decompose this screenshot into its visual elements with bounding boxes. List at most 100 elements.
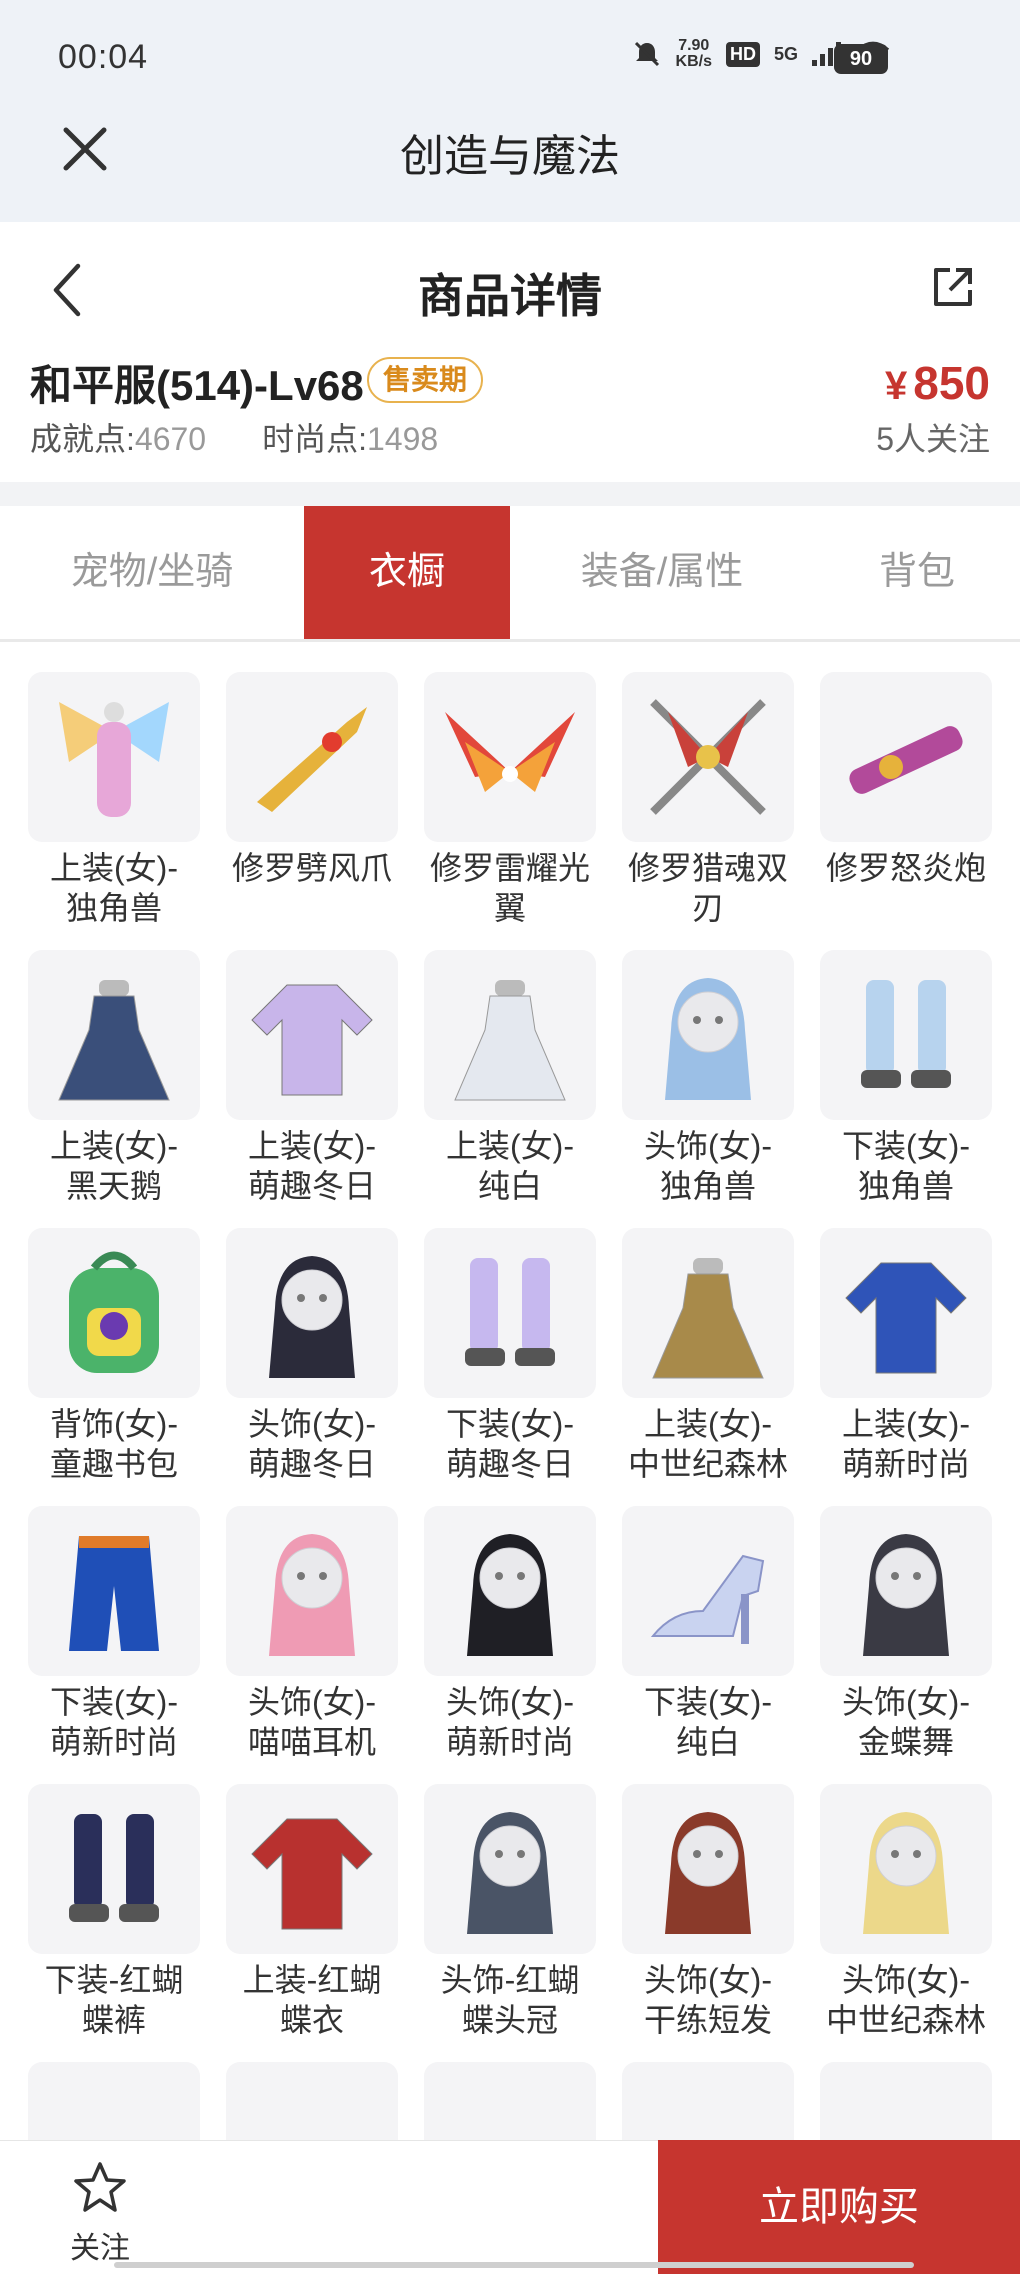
item-label-line2: 蝶裤 <box>81 2002 146 2038</box>
wardrobe-item[interactable]: 上装(女)- 独角兽 <box>28 672 200 938</box>
item-thumbnail <box>28 672 200 842</box>
wardrobe-item[interactable]: 头饰(女)- 独角兽 <box>622 950 794 1216</box>
status-badge: 售卖期 <box>367 357 484 403</box>
headwear-icon <box>467 1534 553 1656</box>
item-label-line2: 独角兽 <box>65 890 162 926</box>
divider <box>0 482 1020 506</box>
wardrobe-item[interactable]: 背饰(女)- 童趣书包 <box>28 1228 200 1494</box>
item-label: 头饰(女)- 中世纪森林 <box>807 1960 1005 2040</box>
item-label: 下装(女)- 独角兽 <box>807 1126 1005 1206</box>
item-label: 下装(女)- 萌趣冬日 <box>411 1404 609 1484</box>
wardrobe-item[interactable]: 修罗雷耀光翼 <box>424 672 596 938</box>
wardrobe-item[interactable]: 上装(女)- 中世纪森林 <box>622 1228 794 1494</box>
status-time: 00:04 <box>58 38 149 76</box>
item-label-line1: 下装-红蝴 <box>44 1962 184 1998</box>
buy-now-button[interactable]: 立即购买 <box>658 2140 1020 2274</box>
jacket-icon <box>845 1262 967 1374</box>
wardrobe-item[interactable]: 头饰(女)- 喵喵耳机 <box>226 1506 398 1772</box>
item-thumbnail <box>820 1506 992 1676</box>
star-icon <box>74 2162 126 2212</box>
item-label-line2: 萌趣冬日 <box>445 1446 574 1482</box>
home-indicator <box>114 2262 914 2268</box>
item-label: 上装(女)- 萌趣冬日 <box>213 1126 411 1206</box>
item-label-line2: 蝶头冠 <box>461 2002 558 2038</box>
pants-icon <box>69 1536 159 1651</box>
item-label-line1: 修罗雷耀光 <box>429 850 590 886</box>
battery-level: 90 <box>834 44 888 74</box>
speed-unit: KB/s <box>675 53 712 70</box>
wardrobe-item[interactable]: 上装(女)- 萌新时尚 <box>820 1228 992 1494</box>
item-label-line1: 头饰(女)- <box>842 1684 970 1720</box>
wardrobe-item[interactable]: 下装(女)- 独角兽 <box>820 950 992 1216</box>
wardrobe-item[interactable]: 下装(女)- 萌趣冬日 <box>424 1228 596 1494</box>
headwear-icon <box>269 1534 355 1656</box>
item-label-line1: 头饰(女)- <box>644 1128 772 1164</box>
wardrobe-item[interactable]: 下装-红蝴蝶裤 <box>28 1784 200 2050</box>
item-label: 头饰(女)- 萌趣冬日 <box>213 1404 411 1484</box>
follower-count: 5人关注 <box>876 421 990 457</box>
item-label: 上装-红蝴 蝶衣 <box>213 1960 411 2040</box>
wardrobe-item[interactable]: 头饰(女)- 中世纪森林 <box>820 1784 992 2050</box>
item-thumbnail <box>622 950 794 1120</box>
item-thumbnail <box>622 1506 794 1676</box>
wardrobe-item[interactable]: 头饰(女)- 金蝶舞 <box>820 1506 992 1772</box>
item-thumbnail <box>28 1228 200 1398</box>
wardrobe-item[interactable]: 上装-红蝴 蝶衣 <box>226 1784 398 2050</box>
wardrobe-item[interactable]: 下装(女)- 纯白 <box>622 1506 794 1772</box>
item-label-line1: 头饰(女)- <box>248 1406 376 1442</box>
item-label: 修罗猎魂双刃 <box>609 848 807 928</box>
item-label-line1: 修罗怒炎炮 <box>825 850 986 886</box>
item-thumbnail <box>226 672 398 842</box>
price-value: 850 <box>913 357 990 409</box>
item-label-line1: 下装(女)- <box>842 1128 970 1164</box>
item-label-line2: 喵喵耳机 <box>247 1724 376 1760</box>
item-label: 头饰(女)- 干练短发 <box>609 1960 807 2040</box>
wardrobe-item[interactable]: 头饰(女)- 萌趣冬日 <box>226 1228 398 1494</box>
wardrobe-item[interactable]: 上装(女)- 萌趣冬日 <box>226 950 398 1216</box>
item-label-line1: 修罗猎魂双 <box>627 850 788 886</box>
wardrobe-item[interactable]: 修罗怒炎炮 <box>820 672 992 938</box>
achievement-label: 成就点: <box>30 421 135 457</box>
wardrobe-item[interactable]: 上装(女)- 黑天鹅 <box>28 950 200 1216</box>
tab-wardrobe[interactable]: 衣橱 <box>304 506 510 639</box>
hd-badge: HD <box>725 41 760 67</box>
tab-pets-mounts[interactable]: 宠物/坐骑 <box>0 506 304 639</box>
wardrobe-item[interactable]: 头饰(女)- 萌新时尚 <box>424 1506 596 1772</box>
product-name: 和平服(514)-Lv68 <box>30 362 364 409</box>
tab-backpack[interactable]: 背包 <box>814 506 1020 639</box>
item-thumbnail <box>820 950 992 1120</box>
item-label-line2: 黑天鹅 <box>65 1168 162 1204</box>
item-label-line2: 萌趣冬日 <box>247 1168 376 1204</box>
wardrobe-item[interactable]: 头饰-红蝴 蝶头冠 <box>424 1784 596 2050</box>
item-label-line2: 独角兽 <box>659 1168 756 1204</box>
dress-icon <box>454 980 566 1101</box>
boots-icon <box>465 1258 555 1366</box>
item-label: 头饰-红蝴 蝶头冠 <box>411 1960 609 2040</box>
boots-icon <box>861 980 951 1088</box>
headwear-icon <box>863 1534 949 1656</box>
headwear-icon <box>269 1256 355 1378</box>
follow-button[interactable]: 关注 <box>60 2160 140 2265</box>
wings-icon <box>445 712 575 792</box>
claw-weapon-icon <box>257 707 367 812</box>
wardrobe-item[interactable]: 上装(女)- 纯白 <box>424 950 596 1216</box>
item-label: 上装(女)- 萌新时尚 <box>807 1404 1005 1484</box>
item-label: 修罗雷耀光翼 <box>411 848 609 928</box>
network-speed: 7.90 KB/s <box>676 38 712 70</box>
headwear-icon <box>467 1812 553 1934</box>
wardrobe-item[interactable]: 修罗劈风爪 <box>226 672 398 938</box>
wardrobe-item[interactable]: 头饰(女)- 干练短发 <box>622 1784 794 2050</box>
item-label-line1: 上装(女)- <box>446 1128 574 1164</box>
item-label: 下装-红蝴蝶裤 <box>15 1960 213 2040</box>
tab-equipment-attributes[interactable]: 装备/属性 <box>510 506 814 639</box>
wardrobe-item[interactable]: 修罗猎魂双刃 <box>622 672 794 938</box>
item-label: 上装(女)- 独角兽 <box>15 848 213 928</box>
wardrobe-item[interactable]: 下装(女)- 萌新时尚 <box>28 1506 200 1772</box>
cannon-icon <box>849 726 963 794</box>
item-thumbnail <box>28 1506 200 1676</box>
item-label-line2: 萌新时尚 <box>49 1724 178 1760</box>
item-thumbnail <box>424 1506 596 1676</box>
share-icon[interactable] <box>928 262 978 312</box>
app-title: 创造与魔法 <box>400 132 620 181</box>
item-label-line2: 干练短发 <box>643 2002 772 2038</box>
